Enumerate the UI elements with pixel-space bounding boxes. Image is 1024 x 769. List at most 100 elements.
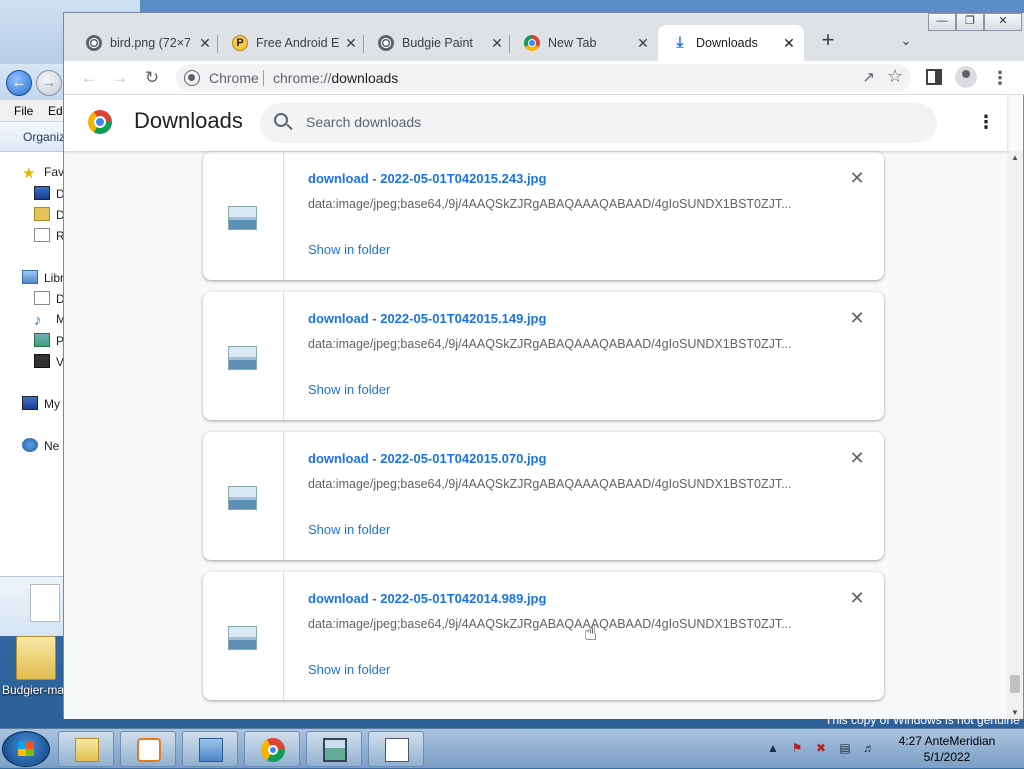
more-actions-icon[interactable]: ⋮ xyxy=(976,109,996,135)
tree-item-documents[interactable]: D xyxy=(34,291,65,311)
download-url: data:image/jpeg;base64,/9j/4AAQSkZJRgABA… xyxy=(308,477,792,491)
chrome-icon xyxy=(524,35,540,51)
tab-budgie-paint[interactable]: Budgie Paint ✕ xyxy=(364,25,510,61)
close-icon[interactable]: ✕ xyxy=(488,34,506,52)
close-icon[interactable]: ✕ xyxy=(196,34,214,52)
scroll-up-arrow-icon[interactable]: ▲ xyxy=(1011,153,1019,162)
desktop-folder-label[interactable]: Budgier-ma xyxy=(2,683,64,697)
tab-strip: bird.png (72×7 ✕ P Free Android E ✕ Budg… xyxy=(64,13,1024,61)
show-hidden-icons-chevron-icon[interactable]: ▲ xyxy=(766,741,780,755)
back-icon[interactable]: ← xyxy=(76,65,102,91)
url-text: chrome://downloads xyxy=(273,70,399,86)
media-player-icon xyxy=(137,738,161,762)
show-in-folder-link[interactable]: Show in folder xyxy=(308,522,390,537)
download-filename[interactable]: download - 2022-05-01T042015.070.jpg xyxy=(308,451,546,466)
close-icon[interactable]: ✕ xyxy=(342,34,360,52)
network-tray-icon[interactable]: ▤ xyxy=(838,741,852,755)
share-icon[interactable]: ↗ xyxy=(862,68,875,86)
downloads-page: Downloads ⋮ download - 2022-05-01T042015… xyxy=(64,95,1023,719)
tab-search-chevron-icon[interactable]: ⌄ xyxy=(892,27,920,55)
tree-item-desktop[interactable]: D xyxy=(34,186,65,206)
show-in-folder-link[interactable]: Show in folder xyxy=(308,662,390,677)
chrome-site-icon xyxy=(184,70,200,86)
warning-icon[interactable]: ✖ xyxy=(814,741,828,755)
close-window-button[interactable]: ✕ xyxy=(984,13,1022,31)
system-clock[interactable]: 4:27 AnteMeridian 5/1/2022 xyxy=(892,733,1002,765)
taskbar: ▲ ⚑ ✖ ▤ ♬ 4:27 AnteMeridian 5/1/2022 xyxy=(0,728,1024,768)
tree-item-videos[interactable]: V xyxy=(34,354,64,374)
taskbar-control-panel[interactable] xyxy=(182,731,238,767)
show-in-folder-link[interactable]: Show in folder xyxy=(308,242,390,257)
taskbar-media-player[interactable] xyxy=(120,731,176,767)
back-arrow-icon[interactable]: ← xyxy=(6,70,32,96)
tree-item-libraries[interactable]: Libr xyxy=(22,270,64,290)
tab-free-android[interactable]: P Free Android E ✕ xyxy=(218,25,364,61)
reload-icon[interactable]: ↻ xyxy=(139,65,165,91)
show-in-folder-link[interactable]: Show in folder xyxy=(308,382,390,397)
new-tab-button[interactable]: + xyxy=(814,27,842,55)
menu-file[interactable]: File xyxy=(14,104,33,118)
download-filename[interactable]: download - 2022-05-01T042015.149.jpg xyxy=(308,311,546,326)
scrollbar-thumb[interactable] xyxy=(1010,675,1020,693)
hand-cursor-icon: ☝ xyxy=(584,620,598,645)
tree-item-network[interactable]: Ne xyxy=(22,438,59,458)
browser-menu-icon[interactable]: ⋮ xyxy=(990,65,1010,91)
music-icon: ♪ xyxy=(34,312,42,329)
download-url: data:image/jpeg;base64,/9j/4AAQSkZJRgABA… xyxy=(308,197,792,211)
photo-viewer-icon xyxy=(323,738,347,762)
scheme-label: Chrome xyxy=(209,70,259,86)
desktop-folder-icon[interactable] xyxy=(16,636,56,680)
close-icon[interactable]: ✕ xyxy=(780,34,798,52)
omnibox-divider xyxy=(263,70,264,86)
organize-button[interactable]: Organiz xyxy=(23,130,65,144)
system-tray: ▲ ⚑ ✖ ▤ ♬ 4:27 AnteMeridian 5/1/2022 xyxy=(760,729,1024,769)
address-bar[interactable]: Chrome chrome://downloads ↗ ☆ xyxy=(176,64,911,92)
file-icon-column xyxy=(203,432,284,560)
maximize-button[interactable]: ❐ xyxy=(956,13,984,31)
side-panel-icon[interactable] xyxy=(926,69,942,85)
windows-genuine-watermark: This copy of Windows is not genuine xyxy=(825,713,1020,727)
globe-icon xyxy=(378,35,394,51)
menu-edit[interactable]: Ed xyxy=(48,104,63,118)
tree-item-computer[interactable]: My xyxy=(22,396,60,416)
document-icon xyxy=(34,291,50,305)
tab-bird-png[interactable]: bird.png (72×7 ✕ xyxy=(72,25,218,61)
tab-new-tab[interactable]: New Tab ✕ xyxy=(510,25,656,61)
search-box[interactable] xyxy=(260,103,937,143)
clock-time: 4:27 AnteMeridian xyxy=(898,734,996,748)
close-icon[interactable]: ✕ xyxy=(634,34,652,52)
tab-downloads[interactable]: ⤓ Downloads ✕ xyxy=(658,25,804,61)
download-item: download - 2022-05-01T042015.149.jpg dat… xyxy=(203,292,884,420)
volume-icon[interactable]: ♬ xyxy=(862,741,876,755)
file-icon-column xyxy=(203,292,284,420)
forward-arrow-icon[interactable]: → xyxy=(36,70,62,96)
download-icon: ⤓ xyxy=(676,34,684,51)
page-scrollbar[interactable]: ▲ ▼ xyxy=(1007,151,1023,719)
forward-icon[interactable]: → xyxy=(107,65,133,91)
minimize-button[interactable]: — xyxy=(928,13,956,31)
tree-item-pictures[interactable]: P xyxy=(34,333,64,353)
tree-item-music[interactable]: ♪ M xyxy=(34,312,66,332)
download-filename[interactable]: download - 2022-05-01T042014.989.jpg xyxy=(308,591,546,606)
tree-item-downloads[interactable]: D xyxy=(34,207,65,227)
tree-item-recent[interactable]: R xyxy=(34,228,65,248)
search-icon[interactable] xyxy=(274,113,288,127)
profile-avatar-icon[interactable] xyxy=(955,66,977,88)
remove-close-icon[interactable]: ✕ xyxy=(847,448,867,468)
search-input[interactable] xyxy=(304,113,904,131)
remove-close-icon[interactable]: ✕ xyxy=(847,168,867,188)
taskbar-file-explorer[interactable] xyxy=(58,731,114,767)
star-icon: ★ xyxy=(22,165,36,182)
action-center-flag-icon[interactable]: ⚑ xyxy=(790,741,804,755)
computer-icon xyxy=(22,396,38,410)
taskbar-photo-viewer[interactable] xyxy=(306,731,362,767)
download-item: download - 2022-05-01T042015.070.jpg dat… xyxy=(203,432,884,560)
bookmark-star-icon[interactable]: ☆ xyxy=(887,66,903,87)
download-filename[interactable]: download - 2022-05-01T042015.243.jpg xyxy=(308,171,546,186)
taskbar-notepad[interactable] xyxy=(368,731,424,767)
remove-close-icon[interactable]: ✕ xyxy=(847,588,867,608)
image-file-icon xyxy=(228,486,257,510)
remove-close-icon[interactable]: ✕ xyxy=(847,308,867,328)
start-button[interactable] xyxy=(2,731,50,767)
taskbar-chrome[interactable] xyxy=(244,731,300,767)
